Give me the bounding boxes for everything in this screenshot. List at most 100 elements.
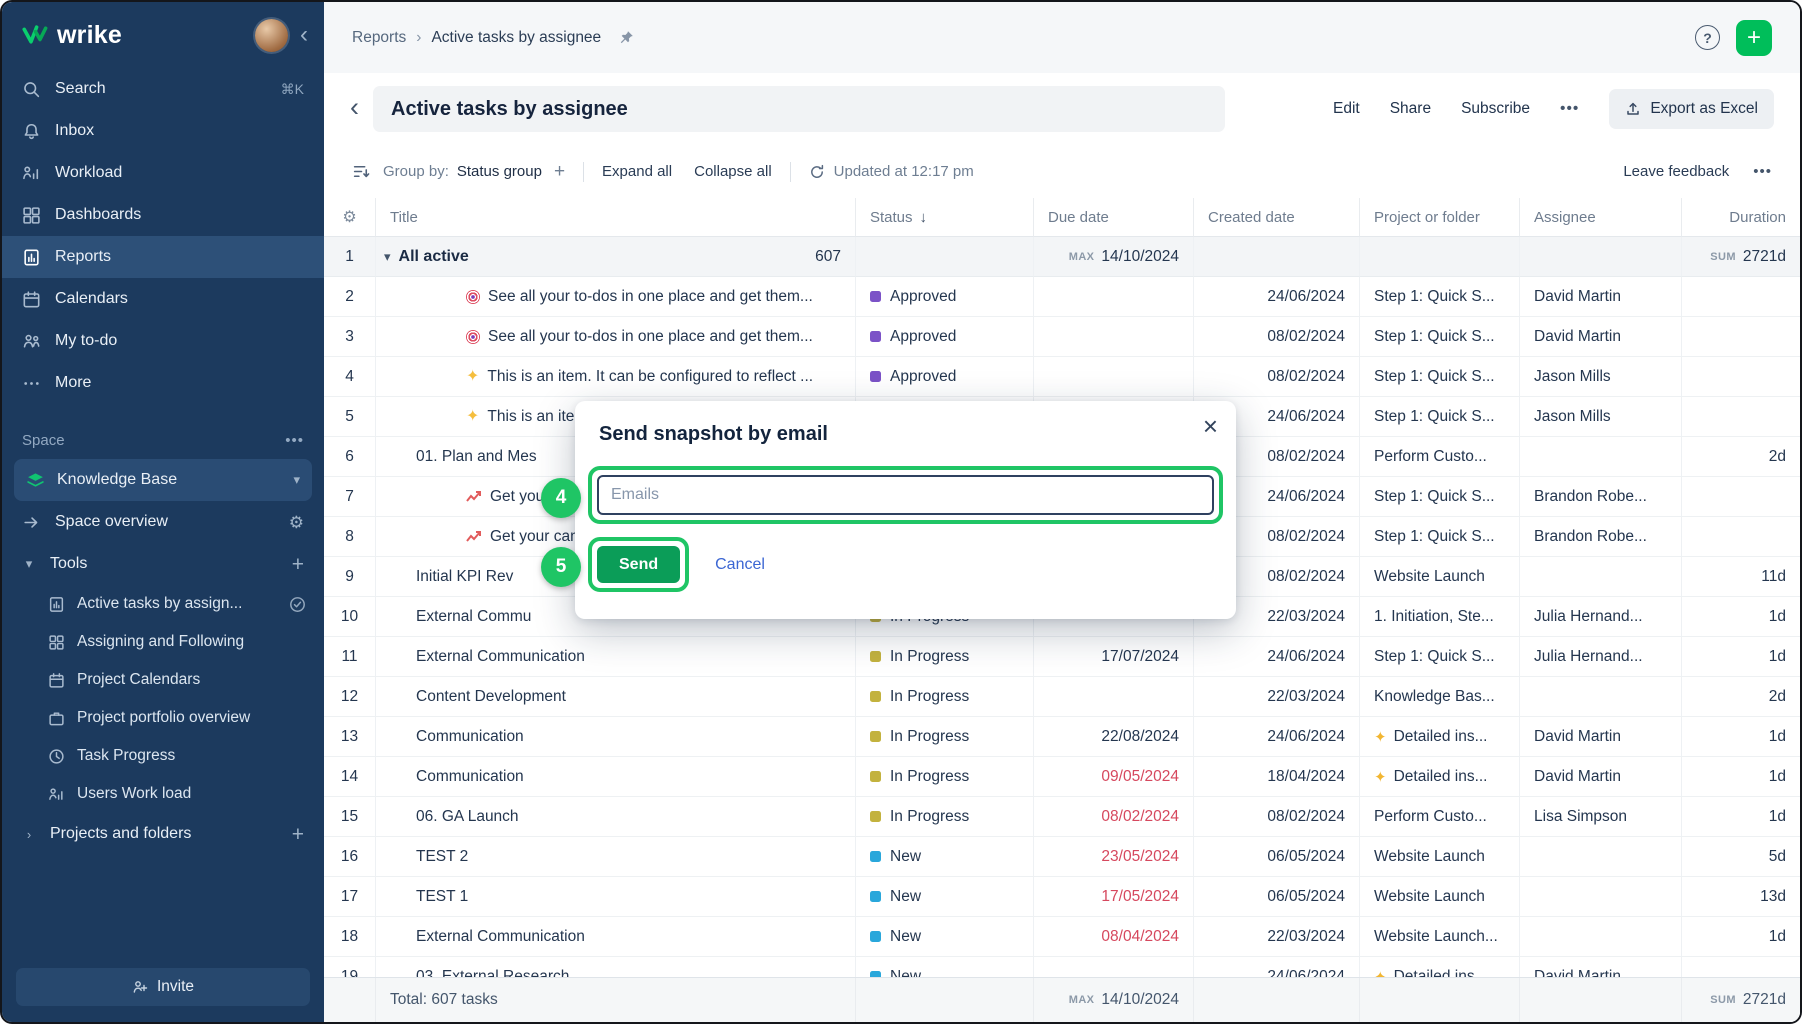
duration-value: 2d: [1769, 688, 1786, 706]
table-row[interactable]: 12 ✦ Content Development In Progress 22/…: [324, 677, 1800, 717]
table-row[interactable]: 17 ✦ TEST 1 New 17/05/2024 06/05/2024 ✦W…: [324, 877, 1800, 917]
space-more-icon[interactable]: •••: [285, 432, 304, 449]
sidebar-item-reports[interactable]: Reports: [2, 236, 324, 278]
sidebar-item-active-tasks-by-assignee[interactable]: Active tasks by assign...: [2, 585, 324, 623]
sidebar-item-space-overview[interactable]: Space overview ⚙: [2, 501, 324, 543]
sidebar-item-calendars[interactable]: Calendars: [2, 278, 324, 320]
table-footer: Total: 607 tasks MAX14/10/2024 SUM2721d: [324, 977, 1800, 1022]
breadcrumb-reports[interactable]: Reports: [352, 29, 406, 47]
sidebar-item-inbox[interactable]: Inbox: [2, 110, 324, 152]
header-more-icon[interactable]: •••: [1560, 100, 1579, 118]
wrike-logo-icon: [22, 23, 49, 47]
table-row[interactable]: 18 ✦ External Communication New 08/04/20…: [324, 917, 1800, 957]
subscribe-button[interactable]: Subscribe: [1461, 100, 1530, 118]
sidebar-item-more[interactable]: More: [2, 362, 324, 404]
sparkles-icon: ✦: [466, 369, 479, 385]
toolbar-more-icon[interactable]: •••: [1753, 163, 1772, 180]
sidebar-item-project-portfolio-overview[interactable]: Project portfolio overview: [2, 699, 324, 737]
group-title: All active: [399, 248, 469, 266]
project-name: Step 1: Quick S...: [1374, 528, 1495, 546]
collapse-all-button[interactable]: Collapse all: [694, 163, 772, 180]
status-label: Approved: [890, 368, 956, 386]
emails-input[interactable]: [597, 475, 1214, 515]
space-selector[interactable]: Knowledge Base ▾: [14, 459, 312, 501]
back-icon[interactable]: ‹: [350, 94, 359, 121]
column-due-date[interactable]: Due date: [1034, 198, 1194, 237]
column-status[interactable]: Status↓: [856, 198, 1034, 237]
page-title: Active tasks by assignee: [391, 98, 628, 121]
status-label: In Progress: [890, 648, 969, 666]
duration-value: 2d: [1769, 448, 1786, 466]
tools-section-header[interactable]: ▾ Tools +: [2, 543, 324, 585]
sidebar-item-assigning-and-following[interactable]: Assigning and Following: [2, 623, 324, 661]
sidebar-item-dashboards[interactable]: Dashboards: [2, 194, 324, 236]
table-row[interactable]: 4 ✦ This is an item. It can be configure…: [324, 357, 1800, 397]
table-row[interactable]: 16 ✦ TEST 2 New 23/05/2024 06/05/2024 ✦W…: [324, 837, 1800, 877]
updated-timestamp: Updated at 12:17 pm: [834, 163, 974, 180]
refresh-icon[interactable]: [809, 164, 825, 180]
expand-all-button[interactable]: Expand all: [602, 163, 672, 180]
calendar-icon: [22, 290, 41, 309]
column-title[interactable]: Title: [376, 198, 856, 237]
column-created-date[interactable]: Created date: [1194, 198, 1360, 237]
users-workload-icon: [48, 786, 65, 803]
share-button[interactable]: Share: [1390, 100, 1431, 118]
add-project-icon[interactable]: +: [292, 824, 304, 845]
avatar[interactable]: [255, 19, 288, 52]
group-by-value[interactable]: Status group: [457, 163, 542, 180]
add-button[interactable]: +: [1736, 20, 1772, 56]
sidebar-item-workload[interactable]: Workload: [2, 152, 324, 194]
table-row[interactable]: 2 ✦ See all your to-dos in one place and…: [324, 277, 1800, 317]
annotation-step-4: 4: [541, 478, 581, 518]
table-row[interactable]: 13 ✦ Communication In Progress 22/08/202…: [324, 717, 1800, 757]
created-date: 18/04/2024: [1267, 768, 1345, 786]
created-date: 06/05/2024: [1267, 888, 1345, 906]
invite-button[interactable]: Invite: [16, 968, 310, 1006]
help-icon[interactable]: ?: [1695, 25, 1720, 50]
table-row[interactable]: 19 ✦ 03. External Research New 24/06/202…: [324, 957, 1800, 977]
add-tool-icon[interactable]: +: [292, 554, 304, 575]
collapse-sidebar-icon[interactable]: ‹: [300, 23, 308, 47]
edit-button[interactable]: Edit: [1333, 100, 1360, 118]
reports-icon: [22, 248, 41, 267]
report-title-field[interactable]: Active tasks by assignee: [373, 86, 1225, 132]
status-color-square: [870, 691, 881, 702]
due-date: 17/05/2024: [1101, 888, 1179, 906]
table-row[interactable]: 11 ✦ External Communication In Progress …: [324, 637, 1800, 677]
wrike-logo[interactable]: wrike: [22, 21, 122, 50]
knowledge-base-icon: [26, 471, 45, 490]
close-icon[interactable]: ×: [1203, 413, 1218, 439]
column-duration[interactable]: Duration: [1682, 198, 1800, 237]
send-button[interactable]: Send: [597, 546, 680, 583]
export-excel-button[interactable]: Export as Excel: [1609, 89, 1774, 129]
sidebar-item-project-calendars[interactable]: Project Calendars: [2, 661, 324, 699]
sidebar-item-my-todo[interactable]: My to-do: [2, 320, 324, 362]
column-assignee[interactable]: Assignee: [1520, 198, 1682, 237]
table-row[interactable]: 3 ✦ See all your to-dos in one place and…: [324, 317, 1800, 357]
sidebar-item-users-work-load[interactable]: Users Work load: [2, 775, 324, 813]
project-name: Website Launch...: [1374, 928, 1498, 946]
gear-icon[interactable]: ⚙: [289, 514, 304, 531]
annotation-highlight-input: [588, 466, 1223, 524]
bell-icon: [22, 122, 41, 141]
projects-folders-header[interactable]: › Projects and folders +: [2, 813, 324, 855]
collapse-group-icon[interactable]: ▾: [384, 249, 391, 265]
project-name: Step 1: Quick S...: [1374, 288, 1495, 306]
table-row[interactable]: 15 ✦ 06. GA Launch In Progress 08/02/202…: [324, 797, 1800, 837]
check-circle-icon: [289, 596, 306, 613]
assignee-name: David Martin: [1534, 328, 1621, 346]
group-row-all-active[interactable]: 1 ▾ All active 607 MAX14/10/2024 SUM2721…: [324, 237, 1800, 277]
status-label: Approved: [890, 328, 956, 346]
chart-up-icon: [466, 530, 482, 544]
column-project-or-folder[interactable]: Project or folder: [1360, 198, 1520, 237]
table-row[interactable]: 14 ✦ Communication In Progress 09/05/202…: [324, 757, 1800, 797]
add-group-icon[interactable]: +: [554, 162, 565, 181]
task-title: 03. External Research: [416, 968, 569, 978]
pin-icon[interactable]: [617, 29, 635, 47]
table-settings-gear-icon[interactable]: ⚙: [342, 207, 356, 227]
sidebar-item-search[interactable]: Search ⌘K: [2, 68, 324, 110]
sidebar-item-task-progress[interactable]: Task Progress: [2, 737, 324, 775]
cancel-button[interactable]: Cancel: [715, 556, 765, 574]
logo-text: wrike: [57, 21, 122, 50]
leave-feedback-button[interactable]: Leave feedback: [1623, 163, 1729, 180]
